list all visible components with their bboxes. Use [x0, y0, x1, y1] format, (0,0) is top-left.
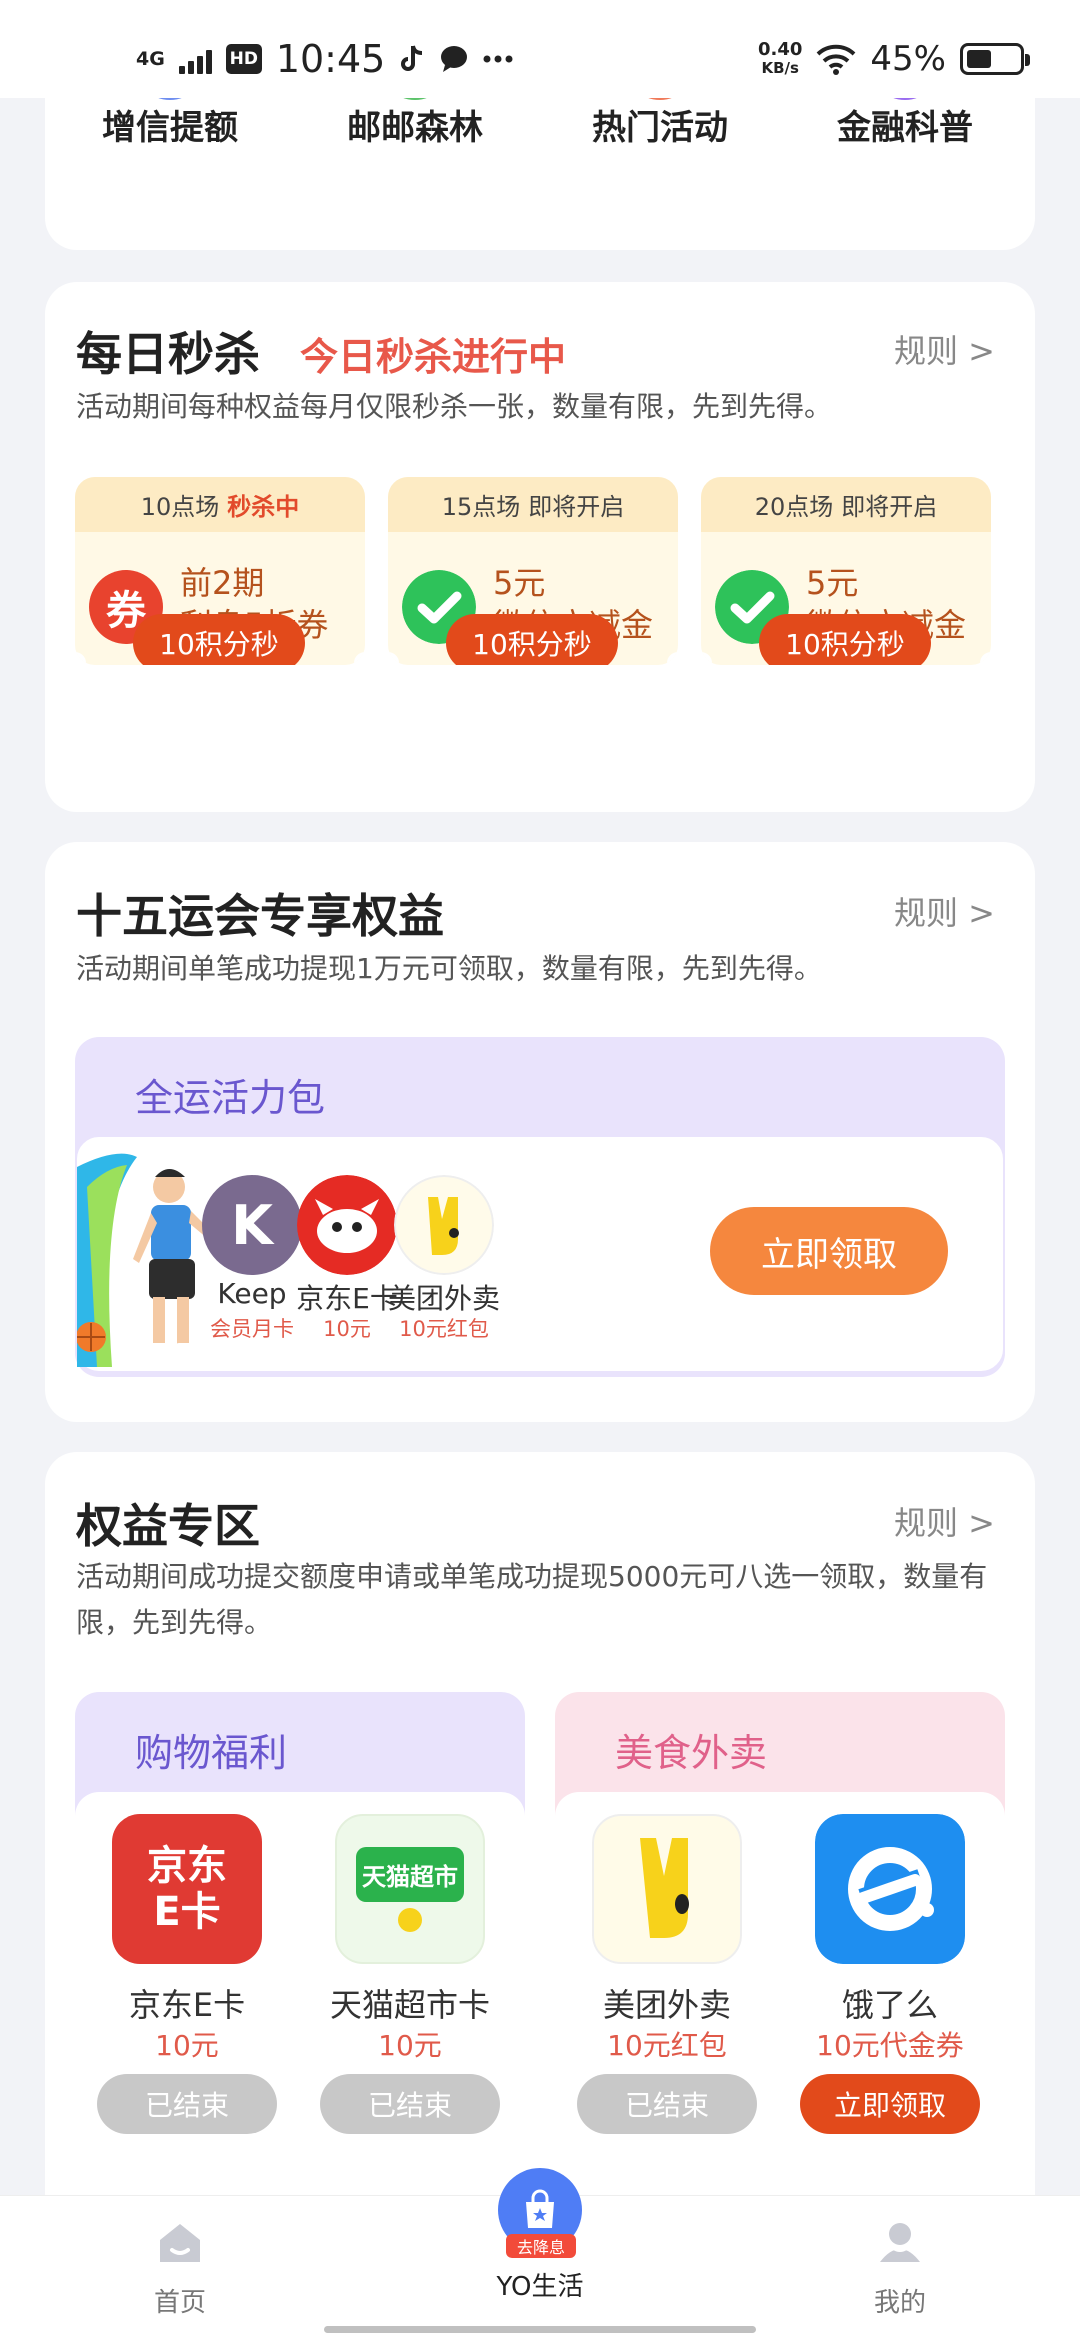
- ticket-header: 20点场 即将开启: [701, 477, 991, 532]
- shopping-zone: 购物福利 京东 E卡 京东E卡 10元 已结束 天猫超市 天猫超市卡 10元 已…: [75, 1692, 525, 2212]
- games-benefits-card: 十五运会专享权益 规则 > 活动期间单笔成功提现1万元可领取，数量有限，先到先得…: [45, 842, 1035, 1422]
- flash-ticket[interactable]: 15点场 即将开启 5元 微信立减金 10积分秒: [388, 477, 678, 665]
- ended-button: 已结束: [320, 2074, 500, 2134]
- flash-sale-tag: 今日秒杀进行中: [300, 335, 567, 379]
- benefit-item: 京东 E卡 京东E卡 10元 已结束: [77, 1814, 297, 2174]
- battery-icon: [960, 43, 1030, 75]
- section-title: 权益专区: [76, 1499, 260, 1553]
- benefit-name: 京东E卡: [128, 1986, 246, 2024]
- tab-label: 我的: [873, 2288, 926, 2318]
- jd-icon: [297, 1175, 397, 1275]
- flash-buy-button[interactable]: 10积分秒: [133, 614, 305, 665]
- promo-badge: 去降息: [506, 2234, 576, 2258]
- benefit-name: 天猫超市卡: [329, 1986, 490, 2024]
- benefit-item: 美团外卖 10元红包 已结束: [557, 1814, 777, 2174]
- benefit-name: 饿了么: [841, 1986, 938, 2024]
- meituan-icon: [394, 1175, 494, 1275]
- quick-link-credit[interactable]: 增信提额: [45, 60, 295, 149]
- rules-link[interactable]: 规则 >: [894, 326, 995, 372]
- tiktok-icon: [401, 45, 423, 71]
- battery-percent: 45%: [870, 39, 946, 79]
- vitality-pack: 全运活力包 K Keep 会员月卡 京东E卡 10元 美团外卖 10元红包 立即…: [75, 1037, 1005, 1377]
- section-description: 活动期间单笔成功提现1万元可领取，数量有限，先到先得。: [76, 952, 822, 985]
- rules-link[interactable]: 规则 >: [894, 888, 995, 934]
- benefit-value: 10元: [378, 2029, 442, 2062]
- benefit-value: 10元: [155, 2029, 219, 2062]
- ticket-status: 即将开启: [841, 493, 938, 521]
- rules-link[interactable]: 规则 >: [894, 1498, 995, 1544]
- profile-icon: [880, 2223, 920, 2262]
- ended-button: 已结束: [97, 2074, 277, 2134]
- ticket-status: 即将开启: [528, 493, 625, 521]
- section-description: 活动期间每种权益每月仅限秒杀一张，数量有限，先到先得。: [76, 390, 833, 423]
- flash-sale-card: 每日秒杀 今日秒杀进行中 规则 > 活动期间每种权益每月仅限秒杀一张，数量有限，…: [45, 282, 1035, 812]
- benefit-value: 10元红包: [607, 2029, 727, 2062]
- benefit-value: 10元代金券: [816, 2029, 964, 2062]
- eleme-icon: [815, 1814, 965, 1964]
- quick-link-finance[interactable]: 金融科普: [780, 60, 1030, 149]
- tab-label: 首页: [153, 2288, 206, 2318]
- home-indicator[interactable]: [324, 2326, 756, 2333]
- section-title: 十五运会专享权益: [76, 889, 444, 943]
- network-type: 4G: [136, 47, 165, 70]
- tab-yo-life[interactable]: 去降息 YO生活: [440, 2168, 640, 2303]
- ticket-status: 秒杀中: [227, 493, 300, 521]
- section-title: 每日秒杀: [76, 327, 260, 381]
- tab-mine[interactable]: 我的: [800, 2218, 1000, 2319]
- more-icon: [483, 55, 513, 63]
- message-icon: [441, 46, 468, 72]
- tab-label: YO生活: [496, 2272, 584, 2302]
- flash-buy-button[interactable]: 10积分秒: [446, 614, 618, 665]
- section-description: 活动期间成功提交额度申请或单笔成功提现5000元可八选一领取，数量有限，先到先得…: [76, 1560, 988, 1639]
- ticket-header: 15点场 即将开启: [388, 477, 678, 532]
- signal-icon: [178, 44, 212, 74]
- ticket-header: 10点场 秒杀中: [75, 477, 365, 532]
- home-icon: [160, 2224, 200, 2262]
- keep-icon: K: [202, 1175, 302, 1275]
- food-zone: 美食外卖 美团外卖 10元红包 已结束 饿了么 10元代金券 立即领取: [555, 1692, 1005, 2212]
- brand-name: 美团外卖: [387, 1282, 500, 1315]
- zone-title: 购物福利: [135, 1731, 288, 1775]
- benefit-item: 天猫超市 天猫超市卡 10元 已结束: [300, 1814, 520, 2174]
- quick-link-forest[interactable]: 邮邮森林: [290, 60, 540, 149]
- clock: 10:45: [275, 37, 386, 81]
- quick-link-activities[interactable]: 热门活动: [535, 60, 785, 149]
- bottom-tab-bar: 首页 去降息 YO生活 我的: [0, 2168, 1080, 2340]
- wifi-icon: [817, 44, 856, 75]
- zone-title: 美食外卖: [615, 1731, 768, 1775]
- claim-button[interactable]: 立即领取: [800, 2074, 980, 2134]
- tab-home[interactable]: 首页: [80, 2218, 280, 2319]
- flash-buy-button[interactable]: 10积分秒: [759, 614, 931, 665]
- hd-icon: HD: [225, 44, 262, 74]
- network-speed: 0.40 KB/s: [758, 39, 803, 77]
- claim-pack-button[interactable]: 立即领取: [710, 1207, 948, 1295]
- meituan-icon: [592, 1814, 742, 1964]
- status-bar: 4G HD 10:45 0.40 KB/s 45%: [0, 0, 1080, 98]
- benefit-name: 美团外卖: [602, 1986, 731, 2024]
- tmall-supermarket-icon: 天猫超市: [335, 1814, 485, 1964]
- brand-benefit: 10元红包: [399, 1317, 489, 1341]
- pack-title: 全运活力包: [135, 1076, 326, 1120]
- jd-ecard-icon: 京东 E卡: [112, 1814, 262, 1964]
- flash-ticket[interactable]: 10点场 秒杀中 券 前2期 利息5折券 10积分秒: [75, 477, 365, 665]
- shopping-bag-icon: 去降息: [498, 2168, 582, 2258]
- ended-button: 已结束: [577, 2074, 757, 2134]
- flash-ticket[interactable]: 20点场 即将开启 5元 微信立减金 10积分秒: [701, 477, 991, 665]
- benefit-item: 饿了么 10元代金券 立即领取: [780, 1814, 1000, 2174]
- benefits-zone-card: 权益专区 规则 > 活动期间成功提交额度申请或单笔成功提现5000元可八选一领取…: [45, 1452, 1035, 2232]
